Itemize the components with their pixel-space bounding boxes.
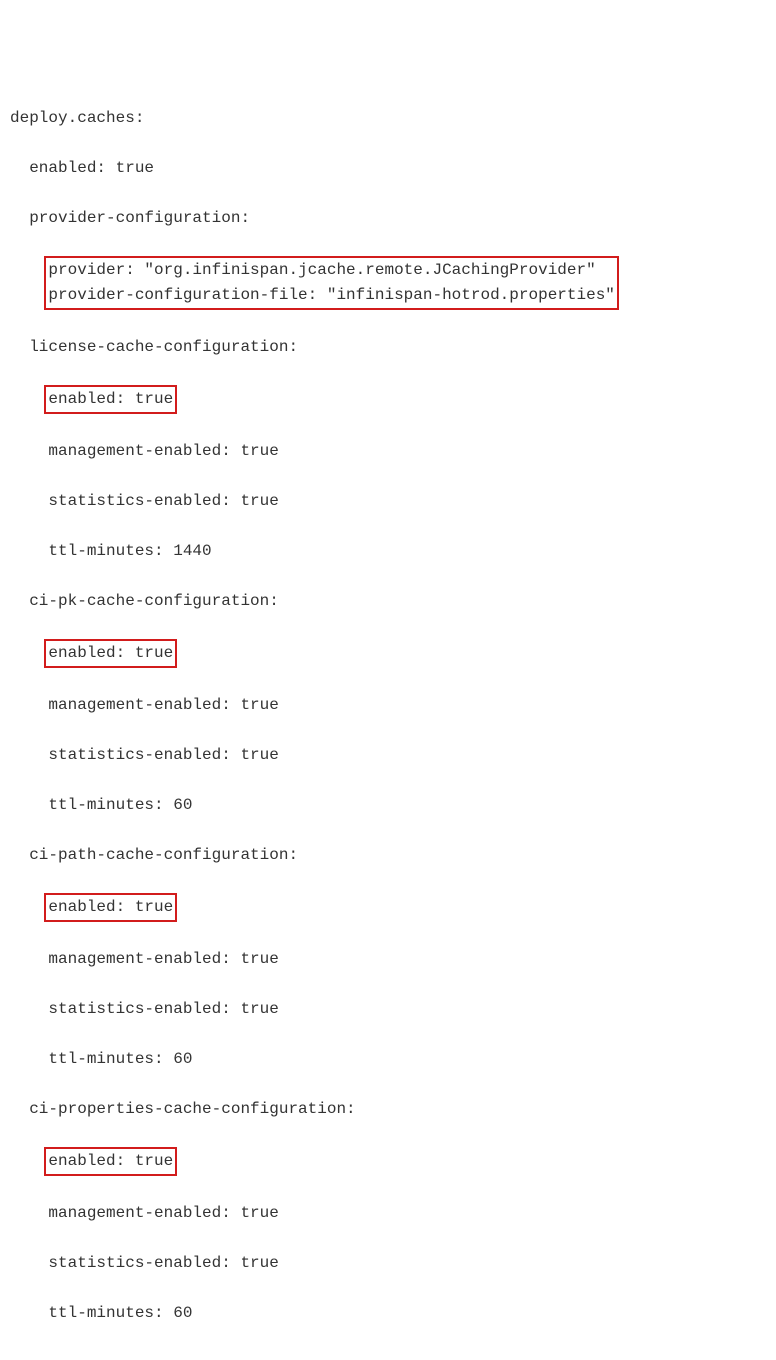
provider-config-box: provider: "org.infinispan.jcache.remote.… xyxy=(44,256,619,310)
ci-path-enabled: enabled: true xyxy=(48,898,173,916)
license-enabled-box: enabled: true xyxy=(44,385,177,414)
license-enabled: enabled: true xyxy=(48,390,173,408)
ci-pk-enabled-box: enabled: true xyxy=(44,639,177,668)
ci-pk-stats: statistics-enabled: true xyxy=(10,743,766,768)
provider-line: provider: "org.infinispan.jcache.remote.… xyxy=(48,261,595,279)
license-mgmt: management-enabled: true xyxy=(10,439,766,464)
ci-props-ttl: ttl-minutes: 60 xyxy=(10,1301,766,1326)
provider-file-line: provider-configuration-file: "infinispan… xyxy=(48,286,615,304)
ci-path-enabled-box: enabled: true xyxy=(44,893,177,922)
ci-pk-mgmt: management-enabled: true xyxy=(10,693,766,718)
license-key: license-cache-configuration: xyxy=(10,335,766,360)
ci-props-stats: statistics-enabled: true xyxy=(10,1251,766,1276)
provider-config-key: provider-configuration: xyxy=(10,206,766,231)
ci-props-enabled: enabled: true xyxy=(48,1152,173,1170)
ci-path-mgmt: management-enabled: true xyxy=(10,947,766,972)
ci-path-key: ci-path-cache-configuration: xyxy=(10,843,766,868)
ci-pk-ttl: ttl-minutes: 60 xyxy=(10,793,766,818)
ci-props-mgmt: management-enabled: true xyxy=(10,1201,766,1226)
ci-pk-key: ci-pk-cache-configuration: xyxy=(10,589,766,614)
root-enabled: enabled: true xyxy=(10,156,766,181)
license-stats: statistics-enabled: true xyxy=(10,489,766,514)
license-ttl: ttl-minutes: 1440 xyxy=(10,539,766,564)
ci-path-stats: statistics-enabled: true xyxy=(10,997,766,1022)
ci-props-key: ci-properties-cache-configuration: xyxy=(10,1097,766,1122)
root-key: deploy.caches: xyxy=(10,106,766,131)
ci-path-ttl: ttl-minutes: 60 xyxy=(10,1047,766,1072)
ci-props-enabled-box: enabled: true xyxy=(44,1147,177,1176)
ci-pk-enabled: enabled: true xyxy=(48,644,173,662)
